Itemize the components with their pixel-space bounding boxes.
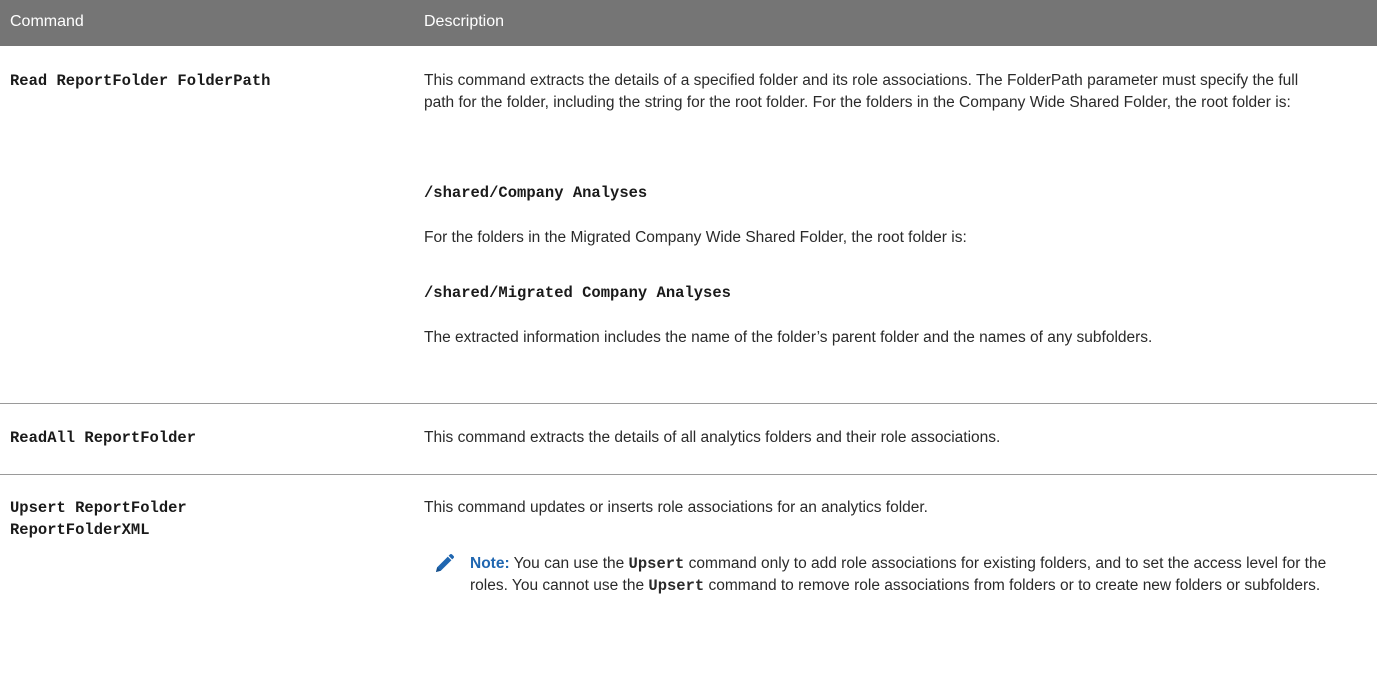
- row-divider: [0, 474, 1377, 475]
- row-divider: [0, 403, 1377, 404]
- note-code-upsert-2: Upsert: [648, 577, 705, 595]
- command-upsert-reportfolder: Upsert ReportFolder ReportFolderXML: [10, 497, 187, 541]
- note-label: Note:: [470, 555, 510, 572]
- table-header: Command Description: [0, 0, 1377, 46]
- header-command: Command: [10, 13, 84, 30]
- row1-description-2: For the folders in the Migrated Company …: [424, 229, 967, 246]
- row2-description: This command extracts the details of all…: [424, 429, 1001, 446]
- row1-description: This command extracts the details of a s…: [424, 72, 1299, 111]
- header-description: Description: [424, 13, 505, 30]
- command-line-2: ReportFolderXML: [10, 521, 150, 539]
- note-text-3: command to remove role associations from…: [704, 577, 1321, 594]
- note-text-1: You can use the: [509, 555, 629, 572]
- row1-code-company-analyses: /shared/Company Analyses: [424, 184, 648, 202]
- note-callout: Note: You can use the Upsert command onl…: [470, 553, 1350, 597]
- row1-description-3: The extracted information includes the n…: [424, 329, 1153, 346]
- command-readall-reportfolder: ReadAll ReportFolder: [10, 429, 197, 447]
- row1-code-migrated: /shared/Migrated Company Analyses: [424, 284, 731, 302]
- note-code-upsert: Upsert: [628, 555, 685, 573]
- command-line-1: Upsert ReportFolder: [10, 499, 187, 517]
- row3-description: This command updates or inserts role ass…: [424, 499, 928, 516]
- pencil-icon: [433, 553, 455, 575]
- command-read-reportfolder: Read ReportFolder FolderPath: [10, 72, 271, 90]
